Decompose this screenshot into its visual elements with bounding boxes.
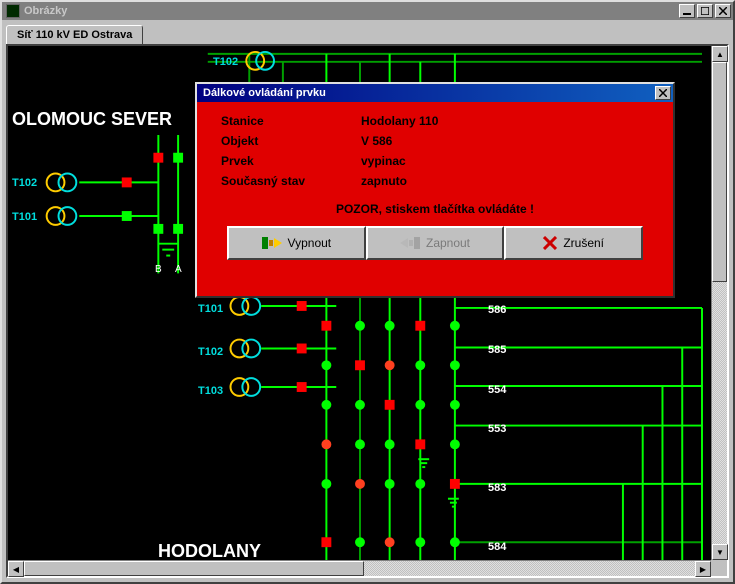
scroll-up-button[interactable]: ▲: [712, 46, 728, 62]
close-button[interactable]: [715, 4, 731, 18]
label-stav: Současný stav: [221, 174, 361, 188]
cancel-icon: [543, 236, 557, 250]
row-stav: Současný stav zapnuto: [221, 174, 649, 188]
scroll-down-button[interactable]: ▼: [712, 544, 728, 560]
minimize-button[interactable]: [679, 4, 695, 18]
trafo-t102b: T102: [198, 346, 223, 358]
scroll-corner: [711, 560, 727, 576]
close-icon: [719, 7, 727, 15]
main-titlebar[interactable]: Obrázky: [2, 2, 733, 20]
bus-label-b: B: [155, 264, 162, 275]
remote-control-dialog: Dálkové ovládání prvku Stanice Hodolany …: [195, 82, 675, 298]
feeder-584: 584: [488, 541, 506, 553]
maximize-button[interactable]: [697, 4, 713, 18]
station-label-olomouc: OLOMOUC SEVER: [12, 109, 172, 130]
value-stanice: Hodolany 110: [361, 114, 438, 128]
row-objekt: Objekt V 586: [221, 134, 649, 148]
value-prvek: vypinac: [361, 154, 406, 168]
feeder-585: 585: [488, 344, 506, 356]
station-label-hodolany: HODOLANY: [158, 541, 261, 560]
app-icon: [6, 4, 20, 18]
trafo-t101b: T101: [198, 303, 223, 315]
scroll-left-button[interactable]: ◀: [8, 561, 24, 577]
maximize-icon: [701, 7, 709, 15]
main-window: Obrázky Síť 110 kV ED Ostrava: [0, 0, 735, 584]
button-zruseni-label: Zrušení: [563, 236, 604, 250]
value-objekt: V 586: [361, 134, 392, 148]
tab-network[interactable]: Síť 110 kV ED Ostrava: [6, 25, 143, 45]
dialog-warning: POZOR, stiskem tlačítka ovládáte !: [221, 202, 649, 216]
close-icon: [659, 89, 667, 97]
trafo-t101: T101: [12, 211, 37, 223]
minimize-icon: [683, 7, 691, 15]
button-zapnout: Zapnout: [366, 226, 505, 260]
label-stanice: Stanice: [221, 114, 361, 128]
vscroll-thumb[interactable]: [712, 62, 727, 282]
feeder-586: 586: [488, 304, 506, 316]
feeder-554: 554: [488, 384, 506, 396]
switch-on-icon: [400, 235, 420, 251]
dialog-body: Stanice Hodolany 110 Objekt V 586 Prvek …: [197, 102, 673, 268]
tab-strip: Síť 110 kV ED Ostrava: [6, 24, 143, 44]
trafo-t103: T103: [198, 385, 223, 397]
button-vypnout-label: Vypnout: [288, 236, 332, 250]
label-objekt: Objekt: [221, 134, 361, 148]
dialog-close-button[interactable]: [655, 86, 671, 100]
button-zruseni[interactable]: Zrušení: [504, 226, 643, 260]
scroll-right-button[interactable]: ▶: [695, 561, 711, 577]
switch-off-icon: [262, 235, 282, 251]
hscroll-thumb[interactable]: [24, 561, 364, 576]
bus-label-a: A: [175, 264, 182, 275]
trafo-t102-top: T102: [213, 56, 238, 68]
label-prvek: Prvek: [221, 154, 361, 168]
row-prvek: Prvek vypinac: [221, 154, 649, 168]
dialog-button-row: Vypnout Zapnout Zrušení: [221, 226, 649, 260]
feeder-583: 583: [488, 482, 506, 494]
value-stav: zapnuto: [361, 174, 407, 188]
row-stanice: Stanice Hodolany 110: [221, 114, 649, 128]
vertical-scrollbar[interactable]: ▲ ▼: [711, 46, 727, 560]
dialog-title: Dálkové ovládání prvku: [203, 87, 326, 99]
dialog-titlebar[interactable]: Dálkové ovládání prvku: [197, 84, 673, 102]
trafo-t102: T102: [12, 177, 37, 189]
horizontal-scrollbar[interactable]: ◀ ▶: [8, 560, 711, 576]
button-vypnout[interactable]: Vypnout: [227, 226, 366, 260]
window-title: Obrázky: [24, 5, 67, 17]
button-zapnout-label: Zapnout: [426, 236, 470, 250]
feeder-553: 553: [488, 423, 506, 435]
